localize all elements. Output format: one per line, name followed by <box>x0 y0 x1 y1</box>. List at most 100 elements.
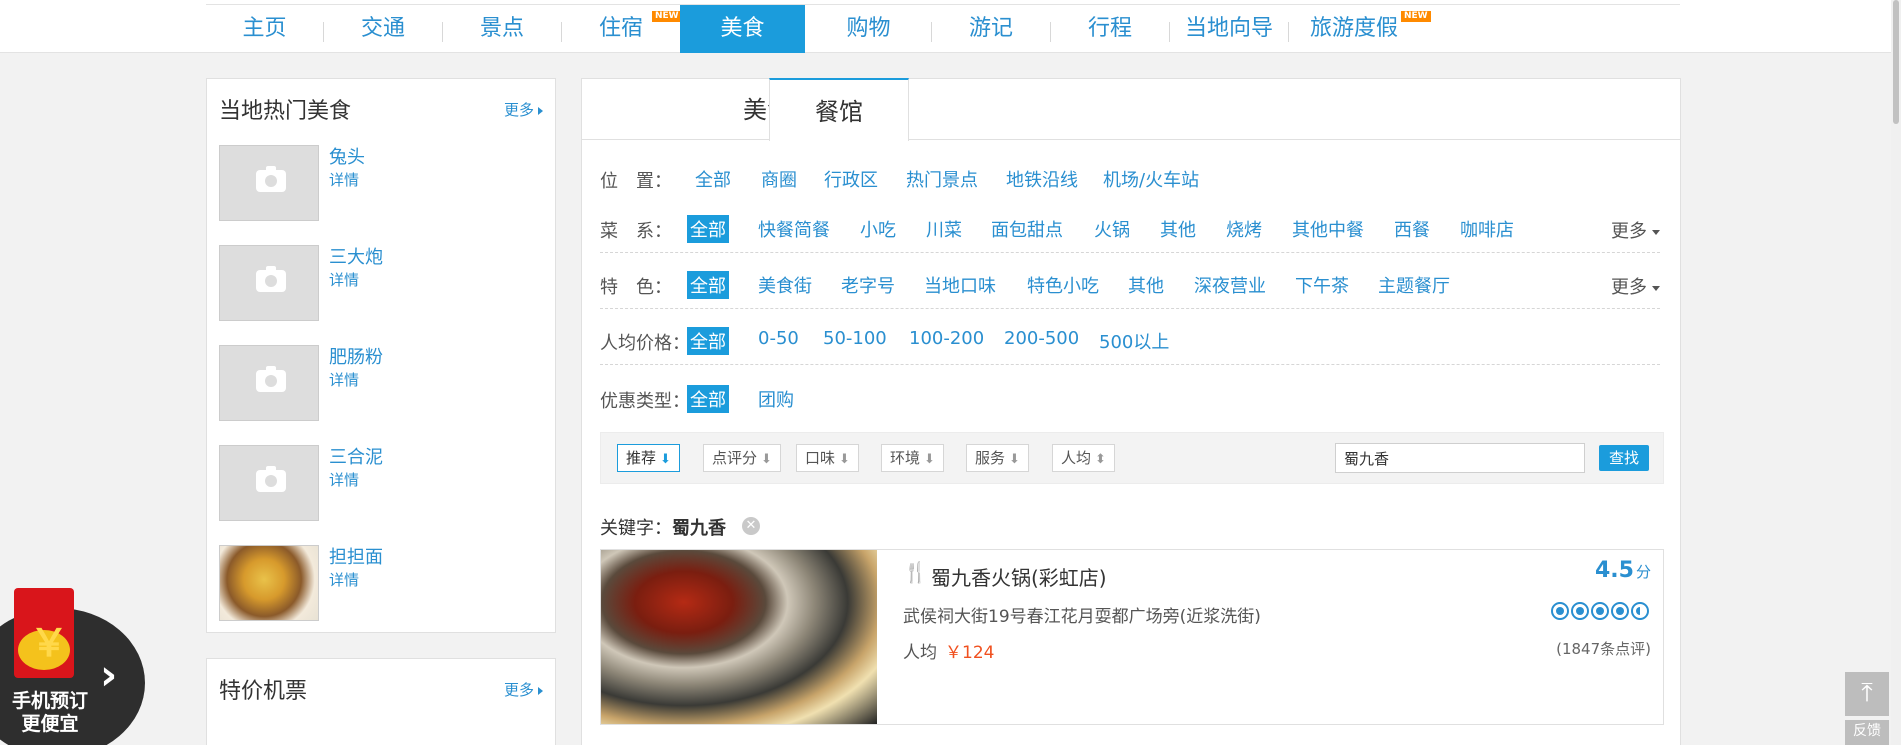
main-panel: 美食 餐馆 位 置： 全部 商圈 行政区 热门景点 地铁沿线 机场/火车站 菜 … <box>581 78 1681 745</box>
flights-more-link[interactable]: 更多 <box>504 679 543 700</box>
flights-panel: 特价机票 更多 <box>206 658 556 745</box>
filter-option[interactable]: 其他 <box>1125 271 1167 299</box>
sort-service-button[interactable]: 服务 ⬇ <box>966 444 1029 472</box>
scrollbar-thumb[interactable] <box>1893 0 1899 124</box>
filter-option-selected[interactable]: 全部 <box>687 385 729 413</box>
food-photo[interactable] <box>219 545 319 621</box>
filter-option[interactable]: 其他 <box>1157 215 1199 243</box>
food-name-link[interactable]: 肥肠粉 <box>329 343 383 369</box>
filter-option[interactable]: 火锅 <box>1091 215 1133 243</box>
filter-option[interactable]: 商圈 <box>758 165 800 193</box>
filter-label: 优惠类型： <box>600 391 690 412</box>
filter-option[interactable]: 其他中餐 <box>1289 215 1367 243</box>
filter-option[interactable]: 行政区 <box>821 165 881 193</box>
feedback-button[interactable]: 反馈 <box>1845 720 1889 745</box>
restaurant-photo[interactable] <box>601 550 877 724</box>
nav-item-vacation[interactable]: 旅游度假 <box>1289 5 1419 53</box>
review-count-link[interactable]: (1847条点评) <box>1556 638 1651 659</box>
avg-price-value: ￥124 <box>945 643 995 663</box>
sort-avg-price-button[interactable]: 人均 ⬍ <box>1052 444 1115 472</box>
filter-option-selected[interactable]: 全部 <box>687 327 729 355</box>
nav-item-local-guide[interactable]: 当地向导 <box>1170 5 1288 53</box>
food-image-placeholder[interactable] <box>219 345 319 421</box>
tab-restaurant[interactable]: 餐馆 <box>769 78 909 141</box>
back-to-top-button[interactable]: ⤒ <box>1845 672 1889 716</box>
food-name-link[interactable]: 三大炮 <box>329 243 383 269</box>
nav-item-transport[interactable]: 交通 <box>324 5 442 53</box>
filter-option[interactable]: 西餐 <box>1391 215 1433 243</box>
food-detail-link[interactable]: 详情 <box>329 369 359 390</box>
sort-recommend-button[interactable]: 推荐 ⬇ <box>617 444 680 472</box>
arrow-down-icon: ⬇ <box>761 452 772 467</box>
food-name-link[interactable]: 担担面 <box>329 543 383 569</box>
filter-option[interactable]: 老字号 <box>838 271 898 299</box>
sort-taste-button[interactable]: 口味 ⬇ <box>796 444 859 472</box>
food-image-placeholder[interactable] <box>219 445 319 521</box>
keyword-row: 关键字：蜀九香 <box>600 514 726 540</box>
filter-option[interactable]: 烧烤 <box>1223 215 1265 243</box>
filter-option[interactable]: 咖啡店 <box>1457 215 1517 243</box>
filter-row-location: 位 置： 全部 商圈 行政区 热门景点 地铁沿线 机场/火车站 <box>600 159 1660 201</box>
filter-option[interactable]: 机场/火车站 <box>1100 165 1202 193</box>
filter-option[interactable]: 主题餐厅 <box>1375 271 1453 299</box>
filter-option[interactable]: 地铁沿线 <box>1003 165 1081 193</box>
filter-option[interactable]: 团购 <box>755 385 797 413</box>
filter-label: 位 置： <box>600 171 672 192</box>
filter-option[interactable]: 当地口味 <box>921 271 999 299</box>
filter-label: 人均价格： <box>600 333 690 354</box>
filter-option[interactable]: 快餐简餐 <box>755 215 833 243</box>
nav-item-travelogue[interactable]: 游记 <box>932 5 1050 53</box>
restaurant-name-link[interactable]: 蜀九香火锅(彩虹店) <box>931 562 1107 591</box>
filter-option[interactable]: 面包甜点 <box>988 215 1066 243</box>
restaurant-search-input[interactable] <box>1335 443 1585 473</box>
filter-option[interactable]: 美食街 <box>755 271 815 299</box>
food-detail-link[interactable]: 详情 <box>329 269 359 290</box>
food-detail-link[interactable]: 详情 <box>329 469 359 490</box>
filter-option[interactable]: 50-100 <box>820 327 890 350</box>
sort-environment-button[interactable]: 环境 ⬇ <box>881 444 944 472</box>
filter-option-selected[interactable]: 全部 <box>687 215 729 243</box>
filter-option[interactable]: 川菜 <box>923 215 965 243</box>
keyword-value: 蜀九香 <box>672 518 726 539</box>
filter-option-selected[interactable]: 全部 <box>687 271 729 299</box>
camera-icon <box>256 466 286 492</box>
sort-label: 点评分 <box>712 449 758 467</box>
filter-option[interactable]: 全部 <box>692 165 734 193</box>
nav-item-itinerary[interactable]: 行程 <box>1051 5 1169 53</box>
chevron-right-icon: › <box>100 650 118 699</box>
rating-rings <box>1551 602 1651 620</box>
filter-option[interactable]: 100-200 <box>906 327 987 350</box>
food-image-placeholder[interactable] <box>219 145 319 221</box>
nav-item-shopping[interactable]: 购物 <box>806 5 931 53</box>
filter-option[interactable]: 下午茶 <box>1292 271 1352 299</box>
food-name-link[interactable]: 三合泥 <box>329 443 383 469</box>
food-detail-link[interactable]: 详情 <box>329 169 359 190</box>
food-name-link[interactable]: 兔头 <box>329 143 365 169</box>
filter-option[interactable]: 特色小吃 <box>1024 271 1102 299</box>
more-label: 更多 <box>1611 221 1647 242</box>
caret-down-icon <box>1652 285 1660 291</box>
search-button[interactable]: 查找 <box>1599 445 1649 471</box>
filter-option[interactable]: 500以上 <box>1096 327 1172 355</box>
filter-option[interactable]: 0-50 <box>755 327 802 350</box>
restaurant-score: 4.5 分 <box>1595 558 1651 583</box>
nav-item-home[interactable]: 主页 <box>206 5 323 53</box>
promo-text-line: 更便宜 <box>21 713 79 735</box>
sort-updown-icon: ⬍ <box>1095 452 1106 467</box>
feature-more-dropdown[interactable]: 更多 <box>1611 273 1660 299</box>
cuisine-more-dropdown[interactable]: 更多 <box>1611 217 1660 243</box>
food-image-placeholder[interactable] <box>219 245 319 321</box>
clear-keyword-icon[interactable]: ✕ <box>742 517 760 535</box>
keyword-label: 关键字： <box>600 518 672 539</box>
filter-option[interactable]: 小吃 <box>857 215 899 243</box>
sort-label: 服务 <box>975 449 1006 467</box>
sort-score-button[interactable]: 点评分 ⬇ <box>703 444 781 472</box>
filter-option[interactable]: 深夜营业 <box>1191 271 1269 299</box>
nav-item-attractions[interactable]: 景点 <box>443 5 561 53</box>
food-detail-link[interactable]: 详情 <box>329 569 359 590</box>
filter-option[interactable]: 热门景点 <box>903 165 981 193</box>
filter-option[interactable]: 200-500 <box>1001 327 1082 350</box>
nav-item-food[interactable]: 美食 <box>680 5 805 53</box>
hot-food-more-link[interactable]: 更多 <box>504 99 543 120</box>
restaurant-result-card: 🍴 蜀九香火锅(彩虹店) 武侯祠大街19号春江花月耍都广场旁(近浆洗街) 人均 … <box>600 549 1664 725</box>
